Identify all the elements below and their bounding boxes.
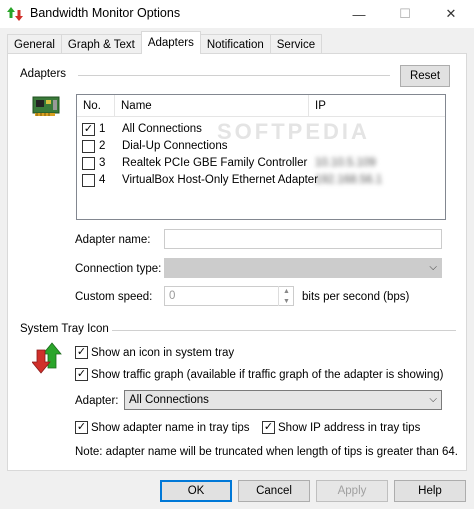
show-graph-checkbox[interactable]: ✓ xyxy=(75,368,88,381)
close-button[interactable]: ✕ xyxy=(428,0,474,28)
custom-speed-input[interactable]: 0 xyxy=(164,286,294,306)
minimize-button[interactable]: — xyxy=(336,0,382,28)
adapters-list[interactable]: No. Name IP SOFTPEDIA ✓ 1 All Connection… xyxy=(76,94,446,220)
row-name: All Connections xyxy=(122,123,202,135)
row-name: Realtek PCIe GBE Family Controller xyxy=(122,157,308,169)
ok-button[interactable]: OK xyxy=(160,480,232,502)
show-icon-option[interactable]: ✓ Show an icon in system tray xyxy=(75,346,234,359)
adapters-group-label: Adapters xyxy=(20,68,67,80)
tab-general[interactable]: General xyxy=(7,34,62,54)
tray-arrows-icon xyxy=(32,342,62,374)
help-button[interactable]: Help xyxy=(394,480,466,502)
row-number: 4 xyxy=(99,174,106,186)
row-name: Dial-Up Connections xyxy=(122,140,228,152)
chevron-down-icon: ⌵ xyxy=(429,394,437,405)
row-checkbox[interactable]: ✓ xyxy=(82,122,95,136)
tray-adapter-label: Adapter: xyxy=(75,395,119,407)
network-card-icon xyxy=(32,96,60,116)
adapters-group-divider xyxy=(78,75,390,76)
adapter-name-label: Adapter name: xyxy=(75,234,151,246)
window-title: Bandwidth Monitor Options xyxy=(30,6,181,20)
list-item[interactable]: 4 VirtualBox Host-Only Ethernet Adapter … xyxy=(77,172,445,188)
chevron-down-icon: ⌵ xyxy=(429,262,437,273)
list-item[interactable]: 3 Realtek PCIe GBE Family Controller 10.… xyxy=(77,155,445,171)
show-icon-label: Show an icon in system tray xyxy=(91,346,235,359)
tab-service[interactable]: Service xyxy=(269,34,323,54)
adapter-name-input[interactable] xyxy=(164,229,442,249)
speed-unit-label: bits per second (bps) xyxy=(302,291,410,303)
tab-graph-text[interactable]: Graph & Text xyxy=(60,34,142,54)
row-number: 3 xyxy=(99,157,106,169)
column-header-no[interactable]: No. xyxy=(77,95,115,117)
show-graph-option[interactable]: ✓ Show traffic graph (available if traff… xyxy=(75,368,443,381)
spin-down-icon[interactable]: ▼ xyxy=(279,296,294,306)
reset-button[interactable]: Reset xyxy=(400,65,450,87)
row-name: VirtualBox Host-Only Ethernet Adapter xyxy=(122,174,319,186)
row-checkbox[interactable] xyxy=(82,156,95,170)
list-item[interactable]: 2 Dial-Up Connections xyxy=(77,138,445,154)
show-ip-checkbox[interactable]: ✓ xyxy=(262,421,275,434)
spin-up-icon[interactable]: ▲ xyxy=(279,286,294,296)
custom-speed-label: Custom speed: xyxy=(75,291,153,303)
custom-speed-stepper[interactable]: ▲ ▼ xyxy=(278,286,294,306)
tab-adapters[interactable]: Adapters xyxy=(140,31,201,54)
tray-adapter-select[interactable]: All Connections ⌵ xyxy=(124,390,442,410)
row-number: 1 xyxy=(99,123,106,135)
tray-group-divider xyxy=(112,330,456,331)
tray-adapter-value: All Connections xyxy=(129,394,209,406)
show-name-label: Show adapter name in tray tips xyxy=(91,421,250,434)
title-bar: Bandwidth Monitor Options — ☐ ✕ xyxy=(0,0,474,28)
show-name-option[interactable]: ✓ Show adapter name in tray tips xyxy=(75,421,250,434)
show-name-checkbox[interactable]: ✓ xyxy=(75,421,88,434)
cancel-button[interactable]: Cancel xyxy=(238,480,310,502)
list-header: No. Name IP xyxy=(77,95,445,117)
maximize-button[interactable]: ☐ xyxy=(382,0,428,28)
bandwidth-arrows-icon xyxy=(7,7,23,21)
connection-type-label: Connection type: xyxy=(75,263,162,275)
column-header-ip[interactable]: IP xyxy=(309,95,445,117)
tray-note: Note: adapter name will be truncated whe… xyxy=(75,446,458,458)
column-header-name[interactable]: Name xyxy=(115,95,309,117)
row-checkbox[interactable] xyxy=(82,173,95,187)
tab-panel-adapters: Adapters Reset No. Name IP SOFTPEDIA ✓ 1… xyxy=(7,53,467,471)
tray-group-label: System Tray Icon xyxy=(20,323,109,335)
show-ip-option[interactable]: ✓ Show IP address in tray tips xyxy=(262,421,420,434)
show-ip-label: Show IP address in tray tips xyxy=(278,421,421,434)
tab-notification[interactable]: Notification xyxy=(199,34,271,54)
row-ip: 192.168.56.1 xyxy=(315,174,383,186)
show-icon-checkbox[interactable]: ✓ xyxy=(75,346,88,359)
row-number: 2 xyxy=(99,140,106,152)
row-ip: 10.10.5.109 xyxy=(315,157,376,169)
row-checkbox[interactable] xyxy=(82,139,95,153)
list-item[interactable]: ✓ 1 All Connections xyxy=(77,121,445,137)
tab-strip: General Graph & Text Adapters Notificati… xyxy=(7,31,323,54)
apply-button[interactable]: Apply xyxy=(316,480,388,502)
connection-type-select[interactable]: ⌵ xyxy=(164,258,442,278)
show-graph-label: Show traffic graph (available if traffic… xyxy=(91,368,444,381)
